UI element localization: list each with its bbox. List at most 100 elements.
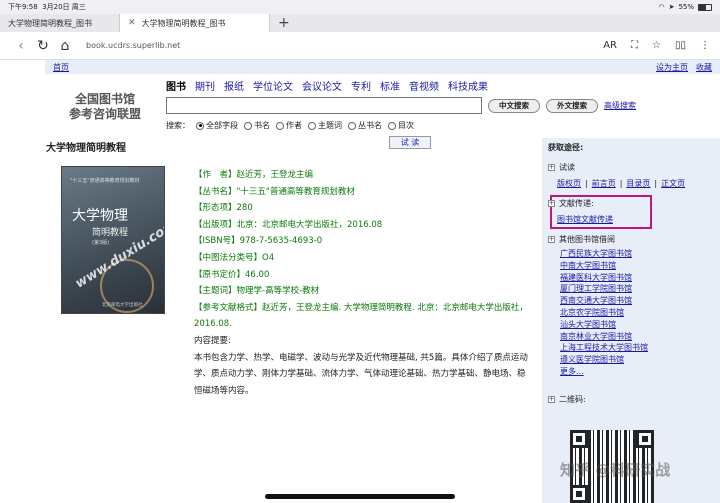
detail-value: 物理学-高等学校-教材 (236, 286, 320, 297)
home-link[interactable]: 首页 (53, 62, 69, 73)
radio-button[interactable] (276, 121, 284, 130)
radio-button[interactable] (388, 121, 396, 130)
detail-value: 赵近芳，王登龙主编 (236, 170, 314, 180)
url-field[interactable]: book.ucdrs.superlib.net (86, 41, 180, 50)
category-tab-5[interactable]: 专利 (351, 78, 371, 93)
delivery-label: 文献传递: (559, 199, 594, 208)
category-tab-0[interactable]: 图书 (166, 78, 186, 93)
close-tab-icon[interactable]: ✕ (128, 18, 136, 28)
home-icon[interactable]: ⌂ (54, 38, 76, 54)
home-indicator[interactable] (265, 494, 455, 499)
advanced-search-link[interactable]: 高级搜索 (604, 100, 636, 111)
library-link[interactable]: 厦门理工学院图书馆 (560, 283, 648, 295)
library-link[interactable]: 广西民族大学图书馆 (560, 248, 648, 260)
battery-percent: 55% (678, 3, 694, 11)
library-link[interactable]: 西南交通大学图书馆 (560, 295, 648, 307)
more-icon[interactable]: ⋮ (700, 40, 710, 51)
favorite-link[interactable]: 收藏 (696, 62, 712, 73)
category-tab-2[interactable]: 报纸 (224, 78, 244, 93)
status-bar: 下午9:58 3月20日 周三 ◠ ➤ 55% (0, 0, 720, 14)
browser-tab-2[interactable]: ✕ 大学物理简明教程_图书 (120, 14, 270, 32)
foreign-search-button[interactable]: 外文搜索 (546, 98, 598, 113)
other-label: 其他图书馆借阅 (559, 235, 615, 244)
try-read-button[interactable]: 试 读 (389, 136, 431, 149)
separator: | (619, 179, 623, 188)
summary-text: 本书包含力学、热学、电磁学、波动与光学及近代物理基础, 共5篇。具体介绍了质点运… (194, 352, 528, 396)
radio-button[interactable] (348, 121, 356, 130)
summary-label: 内容提要: (194, 335, 231, 346)
expand-icon[interactable]: + (548, 164, 555, 171)
back-icon[interactable]: ‹ (10, 38, 32, 54)
detail-row: 【ISBN号】978-7-5635-4693-0 (194, 233, 530, 250)
library-link[interactable]: 汕头大学图书馆 (560, 319, 648, 331)
set-home-link[interactable]: 设为主页 (656, 62, 688, 73)
site-top-nav: 首页 设为主页 收藏 (45, 60, 720, 74)
zhihu-watermark: 知乎 @科研实战 (560, 461, 671, 479)
new-tab-button[interactable]: + (270, 14, 300, 32)
detail-label: 【作 者】 (194, 170, 237, 180)
radio-button[interactable] (308, 121, 316, 130)
site-logo[interactable]: 全国图书馆 参考咨询联盟 (62, 92, 148, 122)
category-tab-7[interactable]: 音视频 (409, 78, 439, 93)
trial-link[interactable]: 正文页 (661, 178, 685, 189)
category-tab-8[interactable]: 科技成果 (448, 78, 488, 93)
library-link[interactable]: 福建医科大学图书馆 (560, 272, 648, 284)
category-tab-1[interactable]: 期刊 (195, 78, 215, 93)
scan-icon[interactable]: ⛶ (631, 40, 638, 51)
library-link[interactable]: 更多... (560, 366, 648, 378)
ar-button[interactable]: AR (603, 40, 617, 51)
detail-label: 【ISBN号】 (194, 236, 240, 247)
wifi-icon: ◠ (658, 3, 665, 11)
search-field-label: 搜索： (166, 121, 190, 130)
tab-bar: 大学物理简明教程_图书 ✕ 大学物理简明教程_图书 + (0, 14, 720, 32)
other-libraries-section: + 其他图书馆借阅 (548, 234, 615, 245)
trial-link[interactable]: 目录页 (626, 178, 650, 189)
detail-row: 【原书定价】46.00 (194, 267, 530, 284)
cover-edition: (第3版) (92, 240, 110, 246)
radio-label: 书名 (254, 121, 270, 130)
browser-tab-1[interactable]: 大学物理简明教程_图书 (0, 14, 120, 32)
radio-label: 主题词 (318, 121, 342, 130)
bookmark-star-icon[interactable]: ☆ (652, 40, 661, 51)
library-link[interactable]: 遵义医学院图书馆 (560, 354, 648, 366)
book-cover-image[interactable]: "十三五"普通高等教育规划教材 大学物理 简明教程 (第3版) www.duxi… (61, 166, 165, 314)
detail-value: 280 (236, 203, 253, 214)
category-tab-4[interactable]: 会议论文 (302, 78, 342, 93)
detail-row: 【丛书名】"十三五"普通高等教育规划教材 (194, 184, 530, 201)
logo-line-1: 全国图书馆 (74, 92, 135, 106)
radio-button[interactable] (244, 121, 252, 130)
expand-icon[interactable]: + (548, 396, 555, 403)
detail-value: 北京：北京邮电大学出版社，2016.08 (236, 219, 383, 230)
delivery-link[interactable]: 图书馆文献传递 (557, 214, 613, 225)
detail-row: 【出版项】北京：北京邮电大学出版社，2016.08 (194, 217, 530, 234)
expand-icon[interactable]: + (548, 200, 555, 207)
reading-list-icon[interactable]: ▯▯ (675, 40, 686, 51)
library-link[interactable]: 中南大学图书馆 (560, 260, 648, 272)
logo-line-2: 参考咨询联盟 (68, 107, 141, 121)
detail-row: 【参考文献格式】赵近芳，王登龙主编. 大学物理简明教程. 北京：北京邮电大学出版… (194, 300, 530, 333)
library-link[interactable]: 上海工程技术大学图书馆 (560, 342, 648, 354)
radio-label: 目次 (398, 121, 414, 130)
trial-link[interactable]: 前言页 (592, 178, 616, 189)
category-tab-3[interactable]: 学位论文 (253, 78, 293, 93)
cover-title: 大学物理 (72, 208, 128, 224)
plus-icon: + (278, 15, 290, 31)
reload-icon[interactable]: ↻ (32, 38, 54, 54)
library-link[interactable]: 北京农学院图书馆 (560, 307, 648, 319)
detail-value: O4 (262, 252, 275, 263)
radio-label: 丛书名 (358, 121, 382, 130)
trial-link[interactable]: 版权页 (557, 178, 581, 189)
detail-row: 【作 者】赵近芳，王登龙主编 (194, 167, 530, 184)
detail-value: "十三五"普通高等教育规划教材 (236, 186, 355, 197)
expand-icon[interactable]: + (548, 236, 555, 243)
location-icon: ➤ (668, 3, 675, 11)
search-input[interactable] (166, 97, 482, 114)
radio-label: 全部字段 (206, 121, 238, 130)
sidebar-header: 获取途径: (548, 143, 584, 152)
tab-label: 大学物理简明教程_图书 (8, 18, 92, 28)
library-link[interactable]: 南京林业大学图书馆 (560, 331, 648, 343)
category-tab-6[interactable]: 标准 (380, 78, 400, 93)
detail-label: 【丛书名】 (194, 186, 237, 197)
radio-button[interactable] (196, 121, 204, 130)
chinese-search-button[interactable]: 中文搜索 (488, 98, 540, 113)
